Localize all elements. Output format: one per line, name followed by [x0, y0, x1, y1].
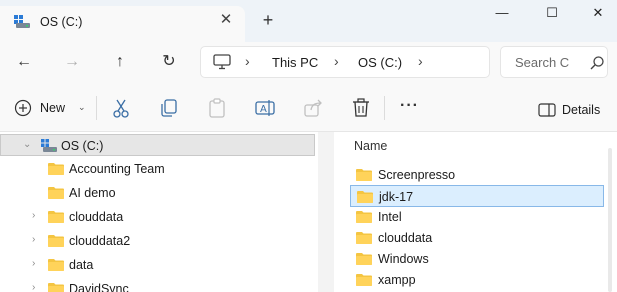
plus-circle-icon — [14, 99, 32, 117]
close-tab-icon[interactable]: ✕ — [218, 12, 234, 28]
tree-item-label: clouddata — [69, 210, 124, 224]
new-label: New — [40, 101, 66, 115]
computer-icon — [213, 54, 231, 70]
list-item[interactable]: Windows — [350, 248, 604, 270]
file-name: Screenpresso — [378, 168, 456, 182]
chevron-down-icon: ⌄ — [78, 102, 86, 112]
folder-icon — [356, 211, 372, 223]
folder-icon — [48, 259, 64, 271]
drive-icon — [41, 139, 57, 152]
maximize-button[interactable]: ☐ — [542, 4, 562, 22]
list-item-selected[interactable]: jdk-17 — [350, 185, 604, 207]
details-label: Details — [562, 103, 601, 117]
tree-item-davidsync[interactable]: › DavidSync — [0, 278, 318, 292]
search-box[interactable]: Search C — [500, 46, 608, 78]
search-input[interactable]: Search C — [515, 55, 569, 70]
tree-item-data[interactable]: › data — [0, 254, 318, 276]
file-list: Name Screenpresso jdk-17 Intel clouddata… — [334, 132, 617, 292]
tree-item-clouddata[interactable]: › clouddata — [0, 206, 318, 228]
folder-icon — [357, 191, 373, 203]
chevron-right-icon[interactable]: › — [32, 234, 35, 245]
file-name: jdk-17 — [379, 190, 414, 204]
details-button[interactable]: Details — [534, 100, 610, 120]
folder-icon — [48, 163, 64, 175]
list-item[interactable]: clouddata — [350, 227, 604, 249]
up-button[interactable]: ↑ — [108, 50, 132, 74]
toolbar-divider — [96, 96, 97, 120]
tree-item-label: clouddata2 — [69, 234, 131, 248]
title-bar: OS (C:) ✕ + — ☐ ✕ — [0, 0, 617, 42]
share-icon[interactable] — [302, 97, 324, 119]
delete-icon[interactable] — [350, 97, 372, 119]
tree-item-label: data — [69, 258, 94, 272]
file-name: clouddata — [378, 231, 433, 245]
file-name: Windows — [378, 252, 429, 266]
navigation-bar: ← → ↑ ↻ › This PC › OS (C:) › Search C — [0, 42, 617, 82]
chevron-down-icon[interactable]: ⌄ — [23, 139, 31, 150]
navigation-pane: ⌄ OS (C:) Accounting Team AI demo › clou… — [0, 132, 318, 292]
tree-item-accounting-team[interactable]: Accounting Team — [0, 158, 318, 180]
address-bar[interactable]: › This PC › OS (C:) › — [200, 46, 490, 78]
tab-os-c[interactable]: OS (C:) ✕ — [0, 6, 245, 42]
refresh-button[interactable]: ↻ — [157, 50, 181, 74]
tree-item-label: DavidSync — [69, 282, 129, 292]
search-icon — [590, 56, 604, 70]
more-icon[interactable]: ··· — [400, 97, 419, 115]
tree-item-clouddata2[interactable]: › clouddata2 — [0, 230, 318, 252]
chevron-right-icon[interactable]: › — [32, 282, 35, 292]
tree-item-label: AI demo — [69, 186, 116, 200]
breadcrumb-separator[interactable]: › — [334, 53, 339, 69]
forward-button[interactable]: → — [60, 50, 84, 74]
svg-text:A: A — [260, 104, 267, 115]
back-button[interactable]: ← — [12, 50, 36, 74]
tree-item-os-c[interactable]: ⌄ OS (C:) — [0, 134, 315, 156]
breadcrumb-separator[interactable]: › — [245, 53, 250, 69]
file-name: xampp — [378, 273, 416, 287]
toolbar-divider — [384, 96, 385, 120]
folder-icon — [356, 274, 372, 286]
folder-icon — [356, 232, 372, 244]
folder-icon — [356, 253, 372, 265]
new-tab-button[interactable]: + — [258, 10, 278, 30]
breadcrumb-this-pc[interactable]: This PC — [272, 55, 318, 70]
breadcrumb-os-c[interactable]: OS (C:) — [358, 55, 402, 70]
folder-icon — [356, 169, 372, 181]
drive-icon — [14, 15, 30, 28]
list-item[interactable]: Intel — [350, 206, 604, 228]
paste-icon[interactable] — [206, 97, 228, 119]
folder-icon — [48, 211, 64, 223]
column-header-name[interactable]: Name — [354, 139, 387, 153]
copy-icon[interactable] — [158, 97, 180, 119]
rename-icon[interactable]: A — [254, 97, 276, 119]
vertical-scrollbar[interactable] — [608, 148, 612, 292]
new-button[interactable]: New ⌄ — [10, 94, 90, 122]
details-pane-icon — [538, 103, 556, 117]
cut-icon[interactable] — [110, 97, 132, 119]
breadcrumb-separator[interactable]: › — [418, 53, 423, 69]
tree-item-label: OS (C:) — [61, 139, 104, 153]
folder-icon — [48, 283, 64, 292]
list-item[interactable]: xampp — [350, 269, 604, 291]
tree-item-ai-demo[interactable]: AI demo — [0, 182, 318, 204]
close-window-button[interactable]: ✕ — [588, 4, 608, 22]
file-name: Intel — [378, 210, 402, 224]
folder-icon — [48, 187, 64, 199]
tab-title: OS (C:) — [40, 15, 83, 29]
pane-splitter[interactable] — [318, 132, 334, 292]
chevron-right-icon[interactable]: › — [32, 258, 35, 269]
minimize-button[interactable]: — — [492, 4, 512, 22]
tree-item-label: Accounting Team — [69, 162, 165, 176]
folder-icon — [48, 235, 64, 247]
list-item[interactable]: Screenpresso — [350, 164, 604, 186]
chevron-right-icon[interactable]: › — [32, 210, 35, 221]
command-bar: New ⌄ A ··· Details — [0, 82, 617, 132]
